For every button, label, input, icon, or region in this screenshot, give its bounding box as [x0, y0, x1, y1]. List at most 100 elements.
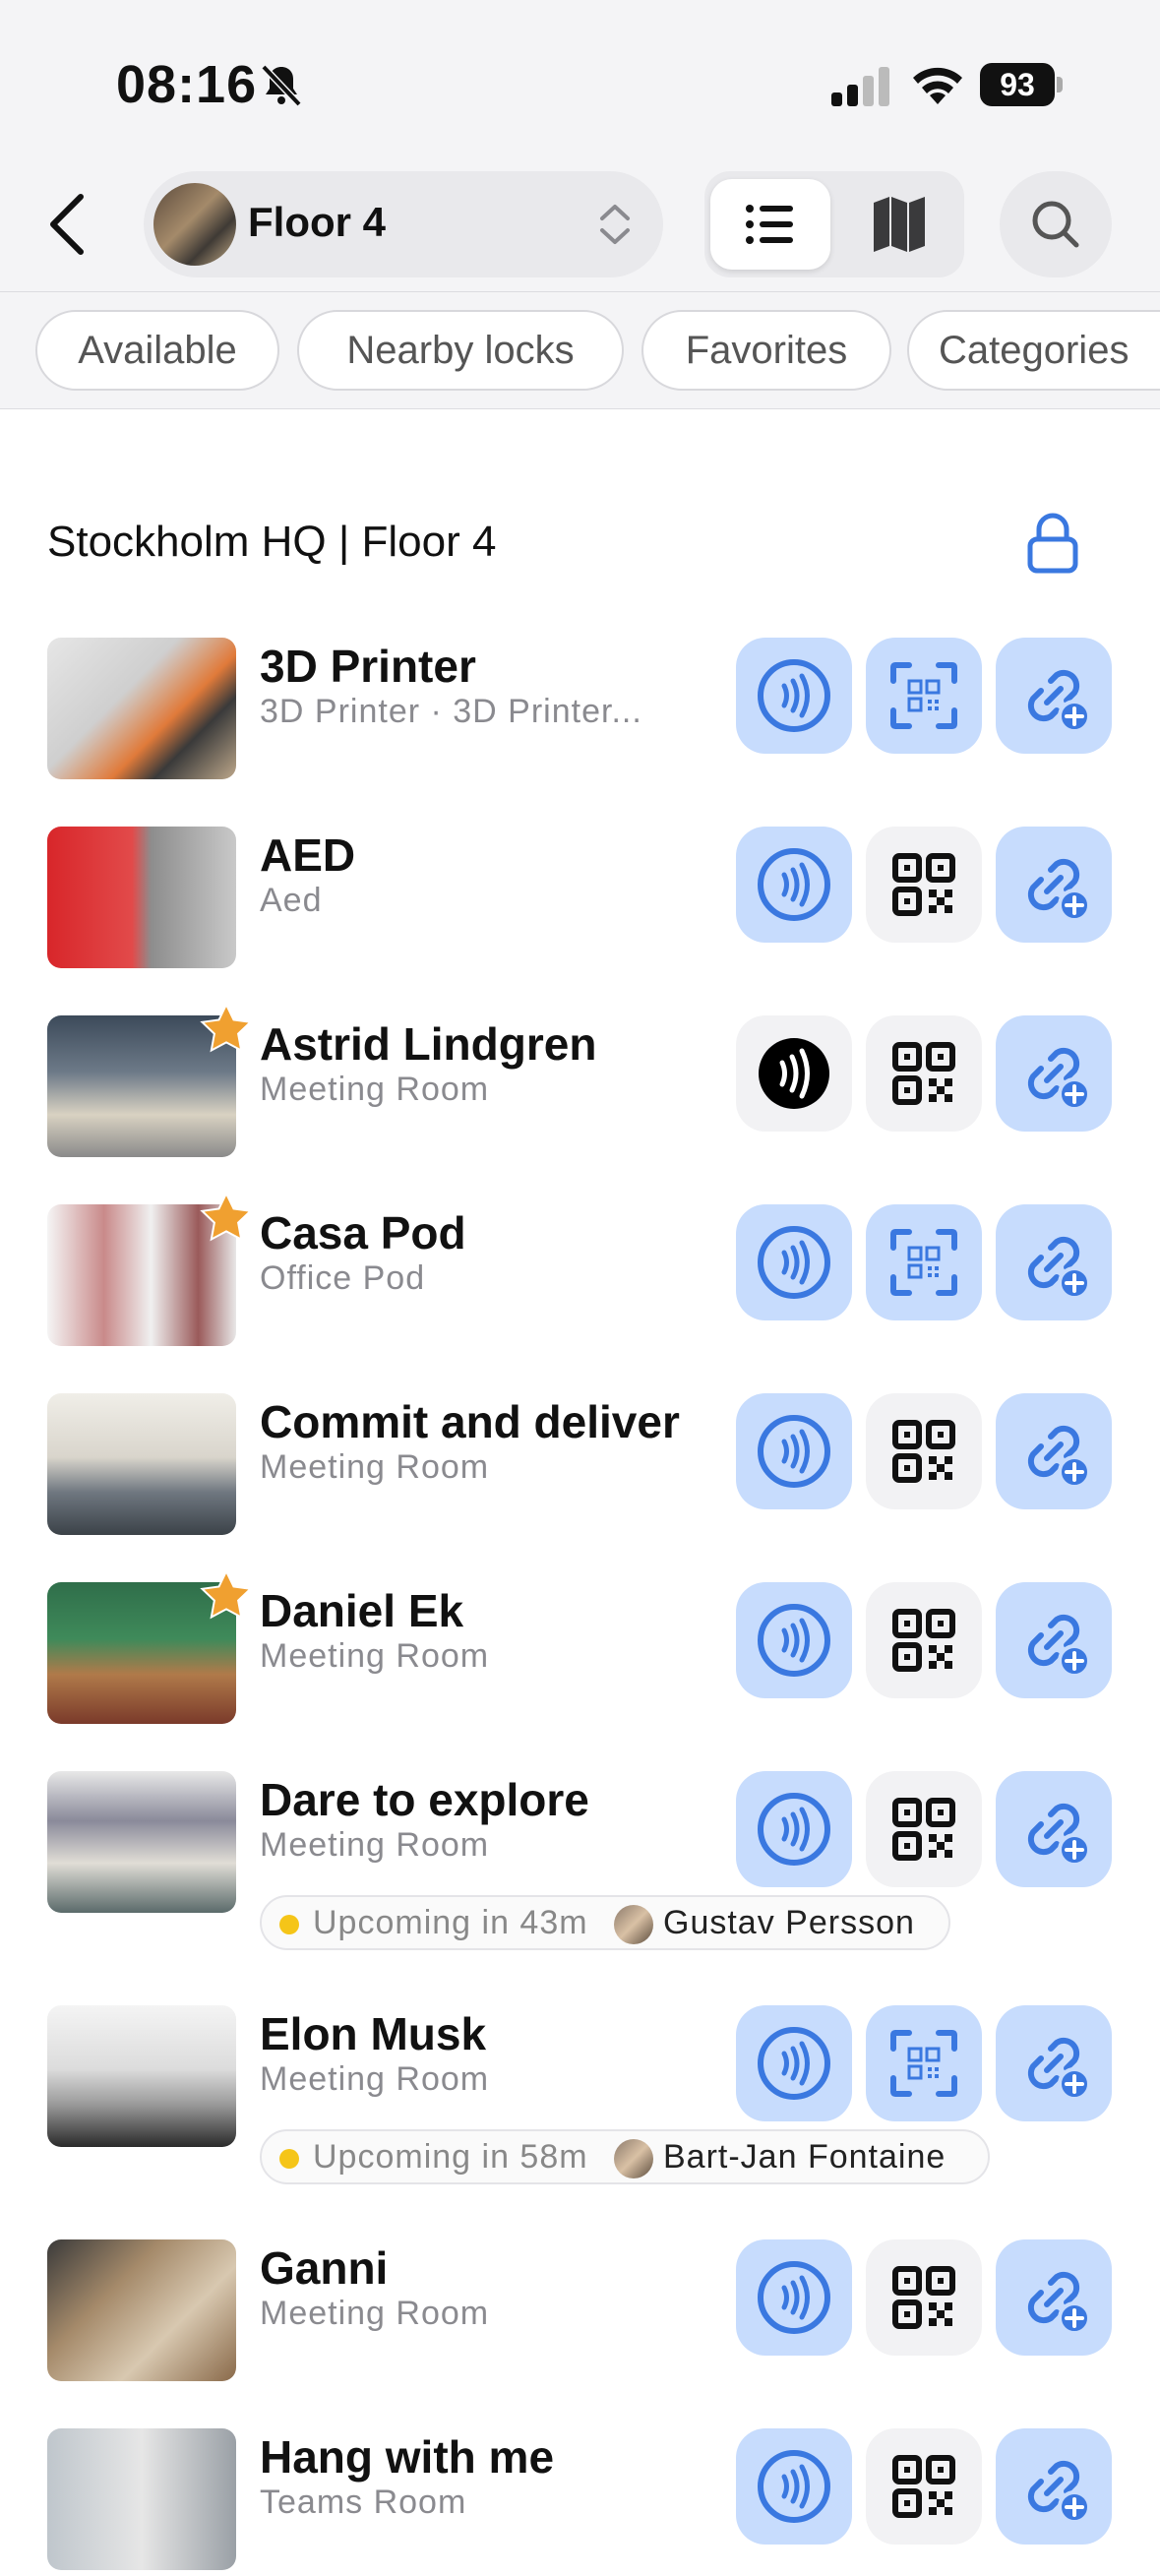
nfc-unlock-button[interactable] — [736, 827, 852, 943]
lock-icon[interactable] — [1025, 512, 1080, 575]
battery-level: 93 — [980, 63, 1055, 106]
nfc-icon — [758, 1604, 830, 1677]
nfc-unlock-button[interactable] — [736, 1582, 852, 1698]
nfc-icon — [758, 1415, 830, 1488]
upcoming-booking-badge[interactable]: Upcoming in 58m Bart-Jan Fontaine — [260, 2129, 990, 2184]
nfc-unlock-button[interactable] — [736, 1015, 852, 1132]
qr-scan-icon — [890, 2030, 957, 2097]
list-item[interactable]: Astrid Lindgren Meeting Room — [0, 1002, 1160, 1163]
booker-name: Bart-Jan Fontaine — [663, 2138, 946, 2176]
qr-code-button[interactable] — [866, 2005, 982, 2121]
nfc-unlock-button[interactable] — [736, 638, 852, 754]
upcoming-text: Upcoming in 43m — [313, 1904, 588, 1941]
filter-categories[interactable]: Categories — [907, 310, 1160, 391]
filter-available[interactable]: Available — [35, 310, 279, 391]
map-view-button[interactable] — [842, 179, 956, 270]
status-time: 08:16 — [116, 55, 258, 114]
nfc-unlock-button[interactable] — [736, 2428, 852, 2545]
item-subtitle: Meeting Room — [260, 1637, 490, 1675]
filter-nearby-locks[interactable]: Nearby locks — [297, 310, 624, 391]
nfc-unlock-button[interactable] — [736, 1771, 852, 1887]
status-bar: 08:16 93 — [0, 0, 1160, 157]
add-link-button[interactable] — [996, 2005, 1112, 2121]
map-icon — [874, 197, 925, 252]
favorite-star-icon — [199, 1191, 254, 1246]
nfc-unlock-button[interactable] — [736, 2005, 852, 2121]
item-subtitle: Aed — [260, 882, 323, 919]
add-link-button[interactable] — [996, 1393, 1112, 1509]
list-item[interactable]: Ganni Meeting Room — [0, 2239, 1160, 2387]
add-link-button[interactable] — [996, 2239, 1112, 2356]
item-name: Daniel Ek — [260, 1585, 464, 1636]
floor-selector[interactable]: Floor 4 — [144, 171, 663, 277]
nfc-unlock-button[interactable] — [736, 2239, 852, 2356]
list-item[interactable]: Daniel Ek Meeting Room — [0, 1568, 1160, 1730]
up-down-chevron-icon — [600, 205, 630, 244]
item-name: Dare to explore — [260, 1774, 589, 1825]
qr-code-button[interactable] — [866, 1393, 982, 1509]
item-subtitle: Meeting Room — [260, 2295, 490, 2332]
list-item[interactable]: Casa Pod Office Pod — [0, 1191, 1160, 1352]
list-item[interactable]: Hang with me Teams Room — [0, 2428, 1160, 2576]
qr-code-button[interactable] — [866, 2239, 982, 2356]
nfc-icon — [758, 1226, 830, 1299]
link-add-icon — [1027, 669, 1091, 733]
item-thumbnail — [47, 2428, 236, 2570]
item-thumbnail — [47, 2005, 236, 2147]
list-item[interactable]: Commit and deliver Meeting Room — [0, 1393, 1160, 1541]
silent-bell-icon — [261, 64, 302, 107]
link-add-icon — [1027, 1803, 1091, 1867]
avatar — [614, 1905, 653, 1944]
list-item[interactable]: Dare to explore Meeting Room Upcoming in 4… — [0, 1771, 1160, 1950]
link-add-icon — [1027, 1425, 1091, 1489]
item-name: Ganni — [260, 2242, 389, 2294]
qr-code-icon — [892, 1609, 955, 1672]
wifi-icon — [913, 67, 962, 104]
list-item[interactable]: 3D Printer 3D Printer · 3D Printer... — [0, 638, 1160, 785]
item-name: AED — [260, 829, 356, 881]
qr-code-button[interactable] — [866, 1204, 982, 1320]
list-item[interactable]: AED Aed — [0, 827, 1160, 974]
qr-code-button[interactable] — [866, 1015, 982, 1132]
add-link-button[interactable] — [996, 827, 1112, 943]
status-dot — [279, 1915, 299, 1934]
filter-bar: Available Nearby locks Favorites Categor… — [0, 291, 1160, 409]
item-subtitle: Meeting Room — [260, 1826, 490, 1864]
nfc-icon — [758, 659, 830, 732]
filter-favorites[interactable]: Favorites — [641, 310, 891, 391]
nfc-unlock-button[interactable] — [736, 1204, 852, 1320]
item-subtitle: Meeting Room — [260, 1071, 490, 1108]
qr-code-icon — [892, 1798, 955, 1861]
nfc-unlock-button[interactable] — [736, 1393, 852, 1509]
item-name: Casa Pod — [260, 1207, 466, 1258]
nfc-icon — [758, 848, 830, 921]
add-link-button[interactable] — [996, 1771, 1112, 1887]
list-icon — [746, 205, 793, 244]
add-link-button[interactable] — [996, 2428, 1112, 2545]
list-item[interactable]: Elon Musk Meeting Room Upcoming in 58m Bart… — [0, 2005, 1160, 2184]
back-chevron-icon[interactable] — [41, 189, 96, 260]
qr-code-button[interactable] — [866, 1582, 982, 1698]
cellular-signal-icon — [831, 67, 889, 106]
item-subtitle: 3D Printer · 3D Printer... — [260, 693, 642, 730]
qr-code-icon — [892, 2266, 955, 2329]
link-add-icon — [1027, 1614, 1091, 1678]
add-link-button[interactable] — [996, 638, 1112, 754]
qr-code-button[interactable] — [866, 1771, 982, 1887]
add-link-button[interactable] — [996, 1582, 1112, 1698]
link-add-icon — [1027, 1047, 1091, 1111]
search-button[interactable] — [1000, 171, 1112, 277]
add-link-button[interactable] — [996, 1204, 1112, 1320]
status-dot — [279, 2149, 299, 2169]
qr-code-button[interactable] — [866, 827, 982, 943]
top-bar: 08:16 93 Floor 4 — [0, 0, 1160, 291]
upcoming-booking-badge[interactable]: Upcoming in 43m Gustav Persson — [260, 1895, 950, 1950]
item-thumbnail — [47, 2239, 236, 2381]
qr-code-button[interactable] — [866, 638, 982, 754]
list-view-button[interactable] — [710, 179, 830, 270]
item-thumbnail — [47, 1393, 236, 1535]
add-link-button[interactable] — [996, 1015, 1112, 1132]
item-name: Hang with me — [260, 2431, 555, 2483]
link-add-icon — [1027, 2271, 1091, 2335]
qr-code-button[interactable] — [866, 2428, 982, 2545]
